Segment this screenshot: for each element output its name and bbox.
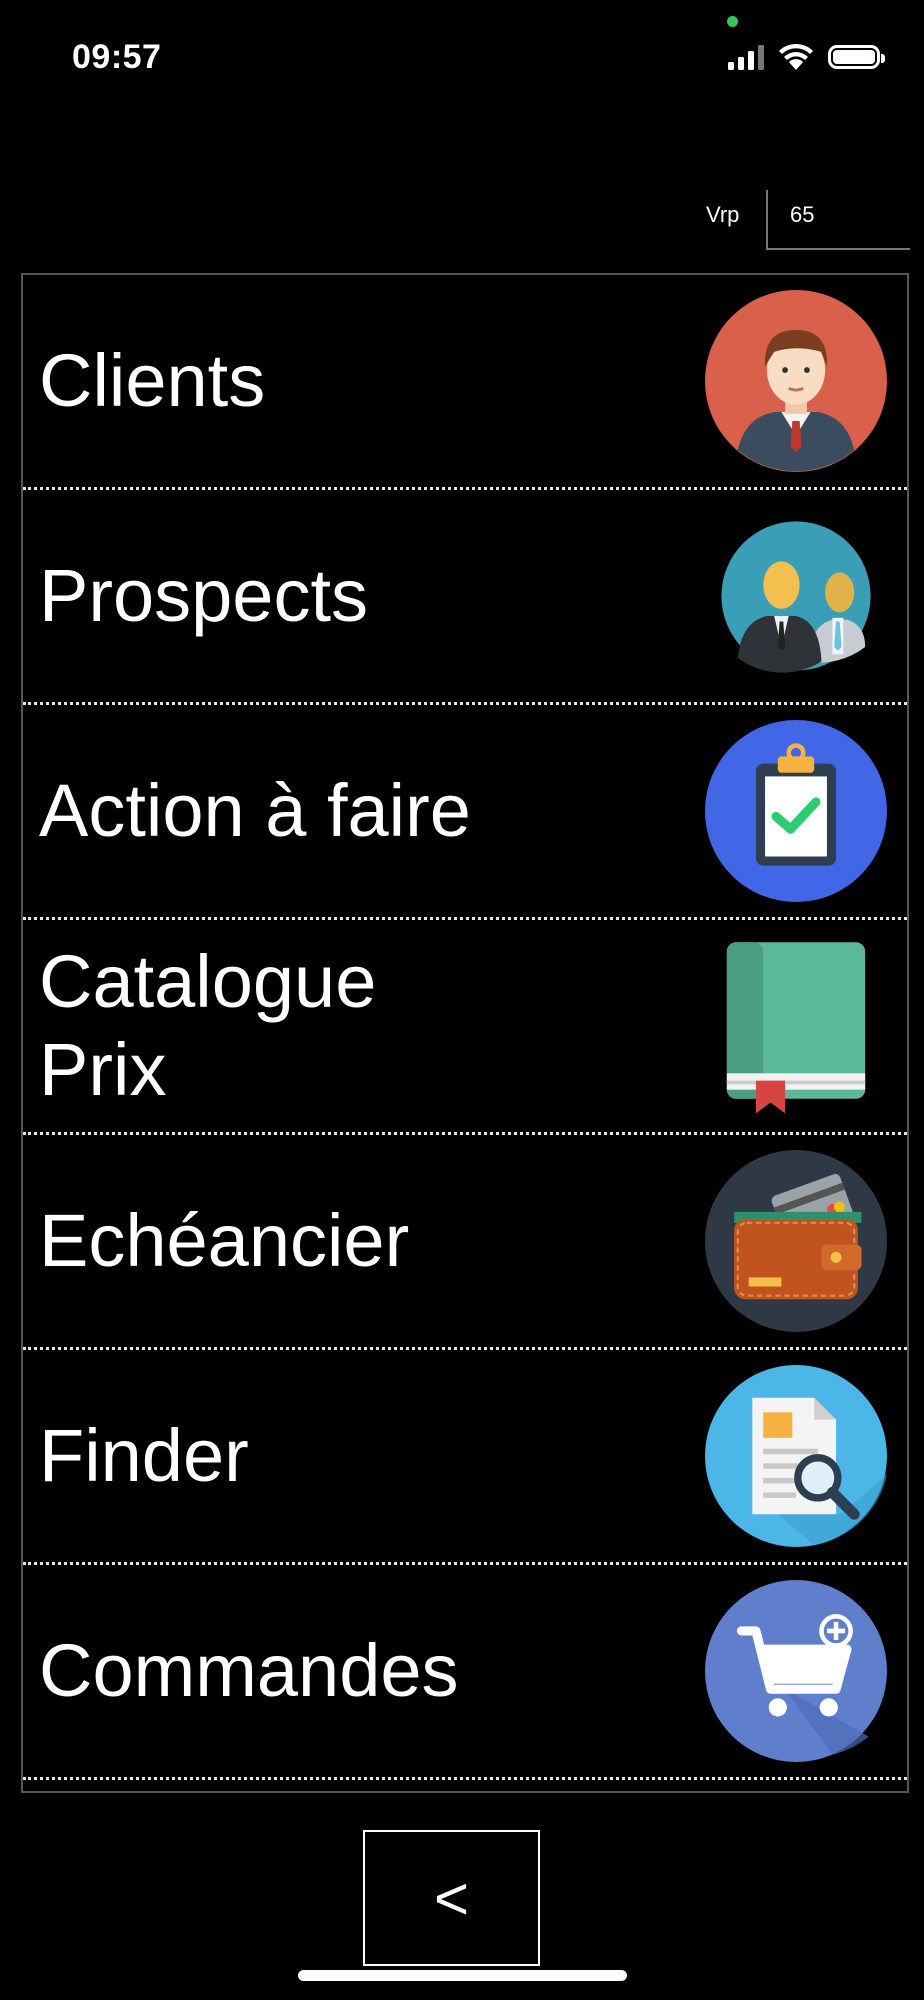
menu-item-catalogue[interactable]: Catalogue Prix bbox=[23, 920, 907, 1135]
prospects-people-icon bbox=[705, 505, 887, 687]
menu-item-label: Finder bbox=[39, 1414, 249, 1497]
battery-icon bbox=[828, 45, 885, 69]
status-icons bbox=[728, 42, 885, 72]
menu-item-finder[interactable]: Finder bbox=[23, 1350, 907, 1565]
menu-item-action[interactable]: Action à faire bbox=[23, 705, 907, 920]
status-time: 09:57 bbox=[72, 38, 162, 76]
shopping-cart-add-icon bbox=[705, 1580, 887, 1762]
main-menu: Clients Prospects Action à faire Catalog… bbox=[21, 273, 909, 1793]
document-search-icon bbox=[705, 1365, 887, 1547]
menu-item-echeancier[interactable]: Echéancier bbox=[23, 1135, 907, 1350]
wallet-icon bbox=[705, 1150, 887, 1332]
vrp-label: Vrp bbox=[706, 202, 740, 227]
menu-item-label: Clients bbox=[39, 339, 266, 422]
menu-item-commandes[interactable]: Commandes bbox=[23, 1565, 907, 1780]
wifi-icon bbox=[779, 43, 813, 70]
back-button[interactable]: < bbox=[363, 1830, 540, 1966]
clipboard-check-icon bbox=[705, 720, 887, 902]
menu-item-prospects[interactable]: Prospects bbox=[23, 490, 907, 705]
menu-item-clients[interactable]: Clients bbox=[23, 275, 907, 490]
menu-item-label: Echéancier bbox=[39, 1199, 410, 1282]
catalogue-book-icon bbox=[705, 935, 887, 1117]
privacy-indicator-dot bbox=[727, 16, 738, 27]
menu-item-label: Prospects bbox=[39, 554, 369, 637]
client-avatar-icon bbox=[705, 290, 887, 472]
menu-item-label: Catalogue Prix bbox=[39, 940, 377, 1111]
menu-item-label: Action à faire bbox=[39, 769, 471, 852]
vrp-input[interactable] bbox=[766, 190, 910, 250]
menu-item-label: Commandes bbox=[39, 1629, 459, 1712]
cellular-signal-icon bbox=[728, 45, 764, 70]
home-indicator bbox=[298, 1970, 627, 1981]
